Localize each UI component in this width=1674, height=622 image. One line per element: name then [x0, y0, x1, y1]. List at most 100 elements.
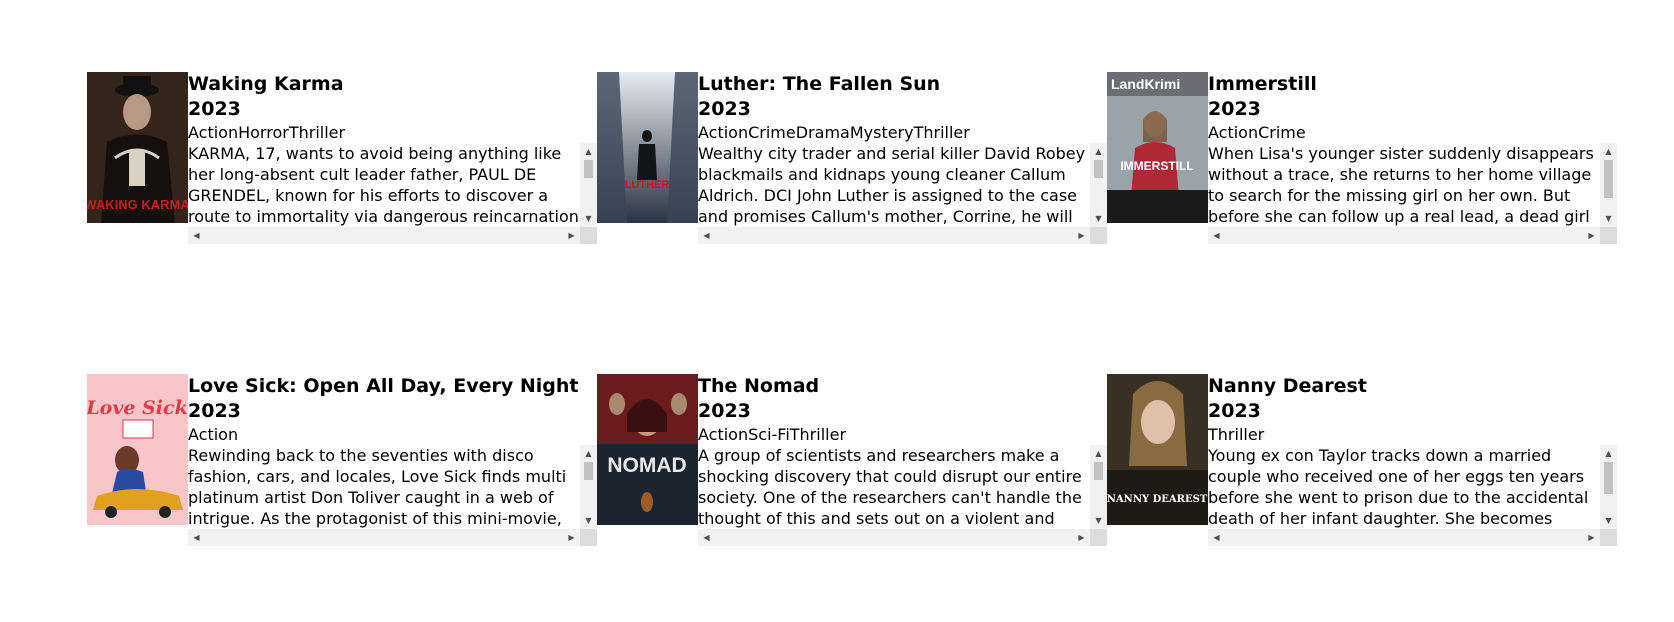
- scrollbar-thumb[interactable]: [1094, 462, 1103, 480]
- scroll-up-arrow-icon[interactable]: ▲: [1600, 445, 1617, 462]
- movie-description: KARMA, 17, wants to avoid being anything…: [188, 144, 579, 226]
- movie-poster[interactable]: LandKrimi IMMERSTILL: [1107, 72, 1208, 223]
- horizontal-scrollbar[interactable]: ◀ ▶: [1208, 227, 1600, 244]
- movie-card[interactable]: NOMAD The Nomad 2023 ActionSci-FiThrille…: [597, 374, 1107, 546]
- movie-card[interactable]: Love Sick Love Sick: Open All Day, Every…: [87, 374, 597, 546]
- movie-info: Immerstill 2023 ActionCrime When Lisa's …: [1208, 72, 1617, 244]
- poster-title-text: WAKING KARMA: [87, 197, 188, 212]
- description-scroll-area[interactable]: Rewinding back to the seventies with dis…: [188, 445, 597, 546]
- description-scroll-area[interactable]: Young ex con Taylor tracks down a marrie…: [1208, 445, 1617, 546]
- movie-info: Nanny Dearest 2023 Thriller Young ex con…: [1208, 374, 1617, 546]
- horizontal-scrollbar[interactable]: ◀ ▶: [698, 529, 1090, 546]
- movie-description: A group of scientists and researchers ma…: [698, 446, 1082, 528]
- movie-card[interactable]: LUTHER Luther: The Fallen Sun 2023 Actio…: [597, 72, 1107, 244]
- movie-title[interactable]: The Nomad: [698, 374, 1107, 399]
- description-scroll-area[interactable]: A group of scientists and researchers ma…: [698, 445, 1107, 546]
- movie-year: 2023: [1208, 98, 1261, 120]
- scroll-right-arrow-icon[interactable]: ▶: [1073, 227, 1090, 244]
- movie-poster[interactable]: NANNY DEAREST: [1107, 374, 1208, 525]
- scroll-down-arrow-icon[interactable]: ▼: [1600, 512, 1617, 529]
- scrollbar-thumb[interactable]: [1604, 160, 1613, 198]
- scroll-left-arrow-icon[interactable]: ◀: [188, 227, 205, 244]
- movie-year: 2023: [188, 98, 241, 120]
- poster-title-text: NOMAD: [607, 454, 686, 477]
- scroll-right-arrow-icon[interactable]: ▶: [563, 227, 580, 244]
- movie-card[interactable]: WAKING KARMA Waking Karma 2023 ActionHor…: [87, 72, 597, 244]
- scrollbar-thumb[interactable]: [584, 462, 593, 480]
- movie-info: Luther: The Fallen Sun 2023 ActionCrimeD…: [698, 72, 1107, 244]
- vertical-scrollbar[interactable]: ▲ ▼: [580, 143, 597, 227]
- horizontal-scrollbar[interactable]: ◀ ▶: [698, 227, 1090, 244]
- movie-year: 2023: [188, 400, 241, 422]
- scrollbar-corner: [1090, 529, 1107, 546]
- movie-poster[interactable]: LUTHER: [597, 72, 698, 223]
- scroll-right-arrow-icon[interactable]: ▶: [1073, 529, 1090, 546]
- scrollbar-thumb[interactable]: [1604, 462, 1613, 494]
- scroll-left-arrow-icon[interactable]: ◀: [188, 529, 205, 546]
- description-scroll-area[interactable]: Wealthy city trader and serial killer Da…: [698, 143, 1107, 244]
- scrollbar-corner: [580, 227, 597, 244]
- movie-description: Wealthy city trader and serial killer Da…: [698, 144, 1086, 226]
- horizontal-scrollbar[interactable]: ◀ ▶: [1208, 529, 1600, 546]
- scrollbar-corner: [1600, 227, 1617, 244]
- movie-description: When Lisa's younger sister suddenly disa…: [1208, 144, 1594, 226]
- vertical-scrollbar[interactable]: ▲ ▼: [1090, 445, 1107, 529]
- movie-poster[interactable]: WAKING KARMA: [87, 72, 188, 223]
- movie-genres: ActionCrime: [1208, 123, 1306, 142]
- scroll-up-arrow-icon[interactable]: ▲: [1600, 143, 1617, 160]
- scroll-up-arrow-icon[interactable]: ▲: [1090, 143, 1107, 160]
- poster-title-text: Love Sick: [87, 397, 188, 419]
- scroll-down-arrow-icon[interactable]: ▼: [580, 512, 597, 529]
- movie-title[interactable]: Waking Karma: [188, 72, 597, 97]
- movie-year: 2023: [1208, 400, 1261, 422]
- vertical-scrollbar[interactable]: ▲ ▼: [1090, 143, 1107, 227]
- movie-title[interactable]: Luther: The Fallen Sun: [698, 72, 1107, 97]
- scroll-right-arrow-icon[interactable]: ▶: [1583, 529, 1600, 546]
- movie-poster[interactable]: NOMAD: [597, 374, 698, 525]
- movie-description: Young ex con Taylor tracks down a marrie…: [1208, 446, 1589, 528]
- poster-logo-text: LandKrimi: [1111, 76, 1180, 92]
- scrollbar-thumb[interactable]: [1094, 160, 1103, 178]
- scroll-down-arrow-icon[interactable]: ▼: [580, 210, 597, 227]
- poster-image-the-nomad: NOMAD: [597, 374, 698, 525]
- poster-image-nanny-dearest: NANNY DEAREST: [1107, 374, 1208, 525]
- scrollbar-corner: [1600, 529, 1617, 546]
- scroll-right-arrow-icon[interactable]: ▶: [1583, 227, 1600, 244]
- scroll-up-arrow-icon[interactable]: ▲: [1090, 445, 1107, 462]
- poster-image-waking-karma: WAKING KARMA: [87, 72, 188, 223]
- vertical-scrollbar[interactable]: ▲ ▼: [580, 445, 597, 529]
- movie-year: 2023: [698, 98, 751, 120]
- vertical-scrollbar[interactable]: ▲ ▼: [1600, 445, 1617, 529]
- movie-genres: Thriller: [1208, 425, 1265, 444]
- description-scroll-area[interactable]: KARMA, 17, wants to avoid being anything…: [188, 143, 597, 244]
- scroll-left-arrow-icon[interactable]: ◀: [1208, 529, 1225, 546]
- poster-image-luther: LUTHER: [597, 72, 698, 223]
- vertical-scrollbar[interactable]: ▲ ▼: [1600, 143, 1617, 227]
- movie-info: Waking Karma 2023 ActionHorrorThriller K…: [188, 72, 597, 244]
- horizontal-scrollbar[interactable]: ◀ ▶: [188, 227, 580, 244]
- scroll-left-arrow-icon[interactable]: ◀: [1208, 227, 1225, 244]
- scroll-down-arrow-icon[interactable]: ▼: [1600, 210, 1617, 227]
- movie-title[interactable]: Nanny Dearest: [1208, 374, 1617, 399]
- poster-image-immerstill: LandKrimi IMMERSTILL: [1107, 72, 1208, 223]
- movie-card[interactable]: LandKrimi IMMERSTILL Immerstill 2023 Act…: [1107, 72, 1617, 244]
- scroll-left-arrow-icon[interactable]: ◀: [698, 529, 715, 546]
- movie-genres: ActionHorrorThriller: [188, 123, 346, 142]
- scrollbar-thumb[interactable]: [584, 160, 593, 178]
- movie-title[interactable]: Love Sick: Open All Day, Every Night: [188, 374, 597, 399]
- scroll-down-arrow-icon[interactable]: ▼: [1090, 210, 1107, 227]
- description-scroll-area[interactable]: When Lisa's younger sister suddenly disa…: [1208, 143, 1617, 244]
- horizontal-scrollbar[interactable]: ◀ ▶: [188, 529, 580, 546]
- scroll-left-arrow-icon[interactable]: ◀: [698, 227, 715, 244]
- scroll-up-arrow-icon[interactable]: ▲: [580, 143, 597, 160]
- movie-info: Love Sick: Open All Day, Every Night 202…: [188, 374, 597, 546]
- scroll-right-arrow-icon[interactable]: ▶: [563, 529, 580, 546]
- movie-info: The Nomad 2023 ActionSci-FiThriller A gr…: [698, 374, 1107, 546]
- scroll-down-arrow-icon[interactable]: ▼: [1090, 512, 1107, 529]
- movie-title[interactable]: Immerstill: [1208, 72, 1617, 97]
- movie-card[interactable]: NANNY DEAREST Nanny Dearest 2023 Thrille…: [1107, 374, 1617, 546]
- movie-genres: ActionSci-FiThriller: [698, 425, 847, 444]
- movie-poster[interactable]: Love Sick: [87, 374, 188, 525]
- poster-title-text: LUTHER: [625, 179, 670, 191]
- scroll-up-arrow-icon[interactable]: ▲: [580, 445, 597, 462]
